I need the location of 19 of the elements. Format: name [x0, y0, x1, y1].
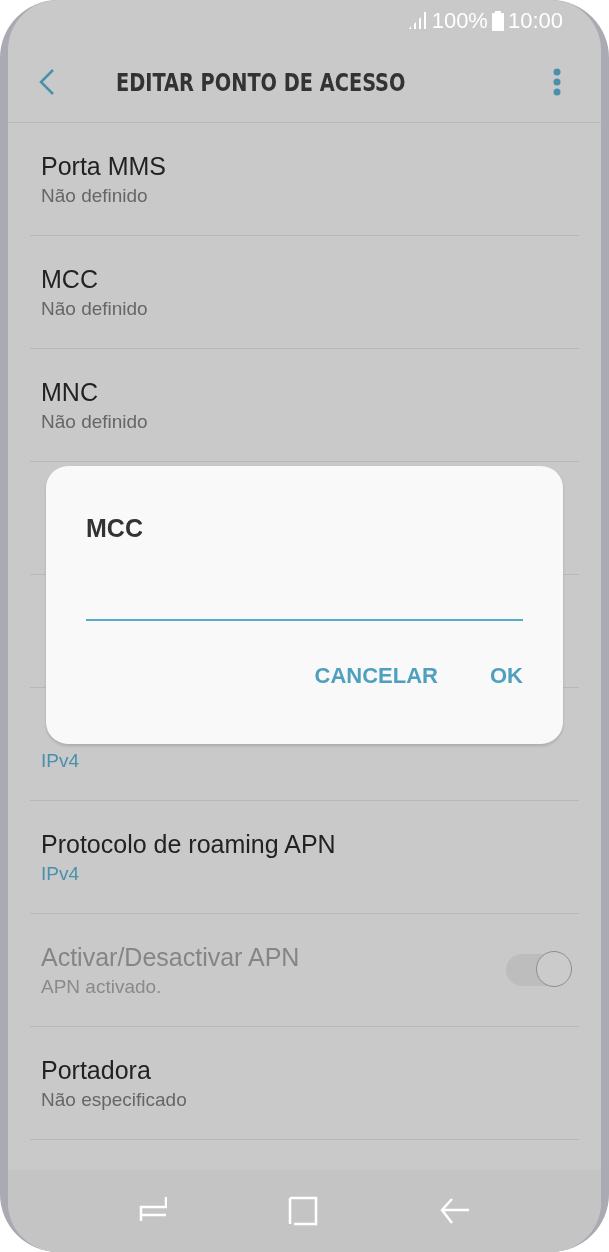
- setting-title[interactable]: MNC: [41, 377, 568, 407]
- signal-icon: [407, 12, 428, 30]
- back-nav-icon[interactable]: [440, 1196, 471, 1226]
- setting-value: Não definido: [41, 410, 149, 433]
- setting-title[interactable]: MCC: [41, 264, 568, 294]
- setting-value: APN activado.: [41, 975, 163, 998]
- setting-value: Não definido: [41, 297, 149, 320]
- dialog-title: MCC: [86, 514, 143, 543]
- setting-value: Não especificado: [41, 1088, 188, 1111]
- setting-title[interactable]: Portadora: [41, 1055, 568, 1085]
- setting-title[interactable]: Protocolo de roaming APN: [41, 829, 568, 859]
- more-dots-icon: [553, 68, 561, 96]
- setting-value: Não definido: [41, 184, 149, 207]
- setting-value: IPv4: [41, 749, 81, 772]
- setting-title[interactable]: Porta MMS: [41, 151, 568, 181]
- battery-icon: [491, 11, 504, 31]
- home-icon[interactable]: [288, 1196, 319, 1226]
- setting-value: IPv4: [41, 862, 81, 885]
- screen-title: EDITAR PONTO DE ACESSO: [116, 67, 407, 97]
